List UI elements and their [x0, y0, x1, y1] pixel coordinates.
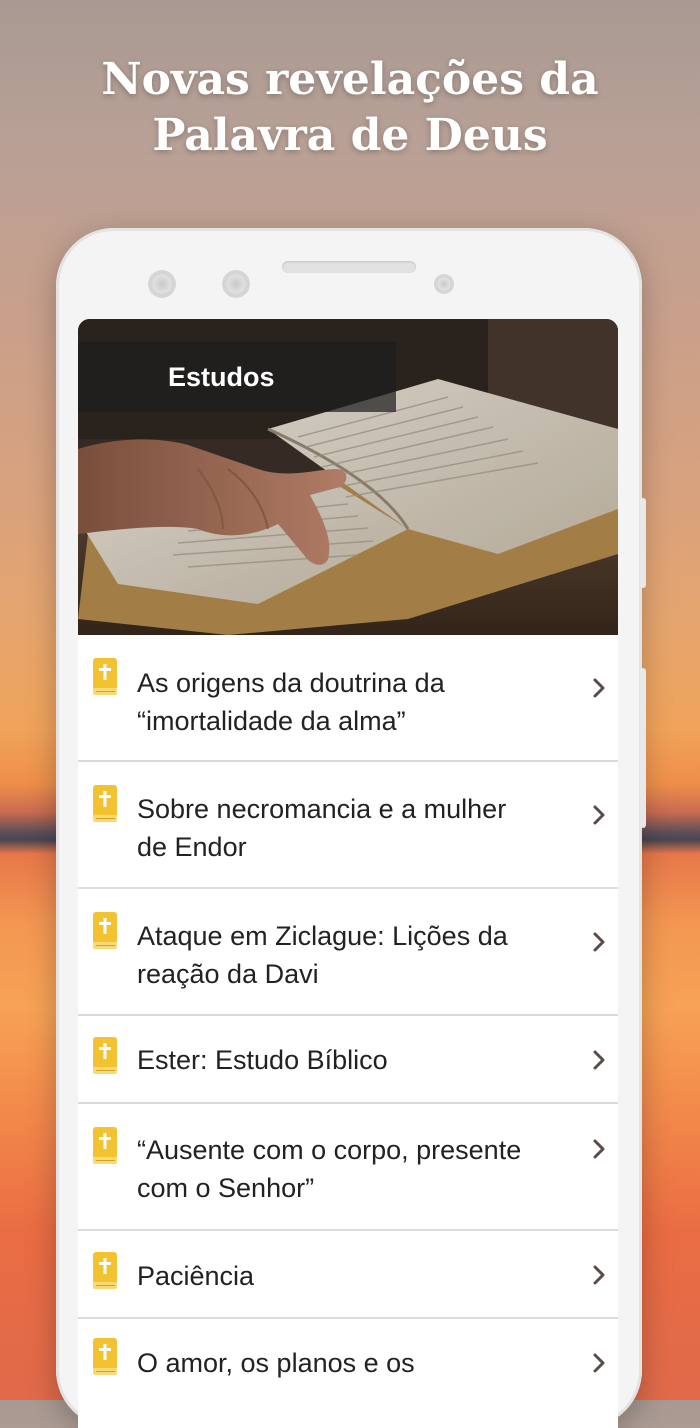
list-item-line: Ataque em Ziclague: Lições da	[137, 921, 508, 951]
phone-side-button	[640, 668, 646, 828]
list-item-line: Ester: Estudo Bíblico	[137, 1045, 388, 1075]
bible-book-icon	[93, 1127, 117, 1164]
list-item-line: com o Senhor”	[137, 1173, 315, 1203]
promo-headline: Novas revelações da Palavra de Deus	[0, 52, 700, 164]
page-title: Estudos	[168, 362, 275, 392]
chevron-right-icon	[593, 1265, 605, 1285]
list-item[interactable]: As origens da doutrina da “imortalidade …	[78, 635, 618, 762]
list-item-title: O amor, os planos e os	[137, 1344, 557, 1382]
list-item[interactable]: Ester: Estudo Bíblico	[78, 1016, 618, 1104]
headline-line-1: Novas revelações da	[101, 54, 599, 105]
phone-side-button	[640, 498, 646, 588]
header-image: Estudos	[78, 319, 618, 635]
headline-line-2: Palavra de Deus	[152, 110, 548, 161]
studies-list: As origens da doutrina da “imortalidade …	[78, 635, 618, 1405]
list-item-title: Sobre necromancia e a mulher de Endor	[137, 790, 557, 866]
chevron-right-icon	[593, 1353, 605, 1373]
list-item-title: As origens da doutrina da “imortalidade …	[137, 664, 557, 740]
list-item-line: de Endor	[137, 832, 247, 862]
list-item-title: Paciência	[137, 1257, 557, 1295]
list-item-line: O amor, os planos e os	[137, 1348, 415, 1378]
list-item-line: “Ausente com o corpo, presente	[137, 1135, 522, 1165]
list-item[interactable]: Paciência	[78, 1231, 618, 1319]
phone-camera	[224, 272, 248, 296]
chevron-right-icon	[593, 932, 605, 952]
list-item-title: “Ausente com o corpo, presente com o Sen…	[137, 1131, 557, 1207]
chevron-right-icon	[593, 678, 605, 698]
list-item-line: As origens da doutrina da	[137, 668, 445, 698]
list-item[interactable]: Ataque em Ziclague: Lições da reação da …	[78, 889, 618, 1016]
phone-sensor	[150, 272, 174, 296]
phone-light-sensor	[436, 276, 452, 292]
list-item-line: Sobre necromancia e a mulher	[137, 794, 507, 824]
list-item-line: Paciência	[137, 1261, 255, 1291]
phone-speaker	[282, 261, 416, 273]
list-item-title: Ataque em Ziclague: Lições da reação da …	[137, 917, 557, 993]
list-item[interactable]: “Ausente com o corpo, presente com o Sen…	[78, 1104, 618, 1231]
bible-book-icon	[93, 658, 117, 695]
bible-book-icon	[93, 912, 117, 949]
list-item-title: Ester: Estudo Bíblico	[137, 1041, 557, 1079]
chevron-right-icon	[593, 1050, 605, 1070]
list-item-line: reação da Davi	[137, 959, 319, 989]
list-item-line: “imortalidade da alma”	[137, 706, 406, 736]
bible-book-icon	[93, 1037, 117, 1074]
phone-mockup: Estudos As origens da doutrina da “imort…	[56, 228, 646, 1428]
list-item[interactable]: O amor, os planos e os	[78, 1319, 618, 1405]
list-item[interactable]: Sobre necromancia e a mulher de Endor	[78, 762, 618, 889]
chevron-right-icon	[593, 805, 605, 825]
chevron-right-icon	[593, 1139, 605, 1159]
bible-book-icon	[93, 785, 117, 822]
app-screen: Estudos As origens da doutrina da “imort…	[78, 319, 618, 1428]
header-title-bar: Estudos	[78, 342, 396, 412]
bible-book-icon	[93, 1252, 117, 1289]
bible-book-icon	[93, 1338, 117, 1375]
